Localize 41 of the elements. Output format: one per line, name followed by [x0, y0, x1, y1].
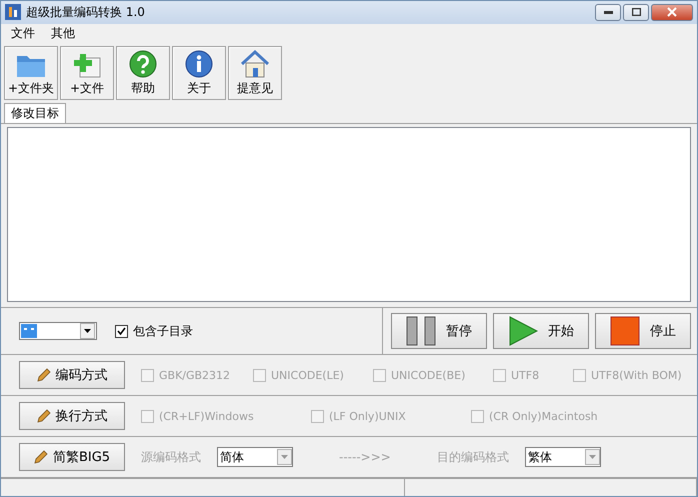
pencil-icon — [34, 450, 48, 464]
toolbar-button[interactable]: +文件夹 — [4, 46, 58, 100]
option-button[interactable]: 编码方式 — [19, 361, 125, 390]
close-button[interactable] — [651, 4, 693, 21]
house-icon — [240, 50, 270, 78]
arrow-text: ----->>> — [339, 450, 391, 464]
stop-icon — [610, 316, 640, 346]
minimize-icon — [604, 10, 612, 14]
target-label: 目的编码格式 — [436, 448, 509, 466]
action-button[interactable]: 停止 — [595, 313, 691, 350]
drive-icon — [21, 324, 37, 338]
close-icon — [667, 7, 677, 18]
option-button[interactable]: 换行方式 — [19, 402, 125, 430]
pause-icon — [406, 316, 436, 346]
add-file-icon — [73, 52, 101, 78]
maximize-button[interactable] — [623, 4, 649, 21]
toolbar-button[interactable]: 关于 — [172, 46, 226, 100]
tab[interactable]: 修改目标 — [4, 102, 66, 123]
minimize-button[interactable] — [595, 4, 621, 21]
menu-item[interactable]: 文件 — [5, 25, 41, 42]
menu-item[interactable]: 其他 — [45, 25, 81, 42]
action-button[interactable]: 暂停 — [391, 313, 487, 350]
play-icon — [508, 316, 538, 346]
toolbar-button[interactable]: 帮助 — [116, 46, 170, 100]
action-button[interactable]: 开始 — [493, 313, 589, 350]
app-icon — [5, 4, 21, 20]
target-dropdown[interactable]: 繁体 — [524, 447, 601, 468]
drive-dropdown[interactable] — [19, 322, 97, 340]
pencil-icon — [36, 368, 50, 382]
toolbar-button[interactable]: 提意见 — [228, 46, 282, 100]
checkmark-icon — [117, 326, 126, 336]
source-dropdown[interactable]: 简体 — [217, 447, 293, 468]
maximize-icon — [632, 8, 640, 16]
toolbar-button[interactable]: +文件 — [60, 46, 114, 100]
option-button[interactable]: 简繁BIG5 — [19, 443, 125, 472]
checkbox[interactable]: 包含子目录 — [115, 322, 193, 340]
help-icon — [129, 50, 157, 78]
window-title: 超级批量编码转换 1.0 — [26, 4, 146, 21]
pencil-icon — [36, 409, 50, 424]
info-icon — [185, 50, 213, 78]
source-label: 源编码格式 — [141, 448, 201, 466]
